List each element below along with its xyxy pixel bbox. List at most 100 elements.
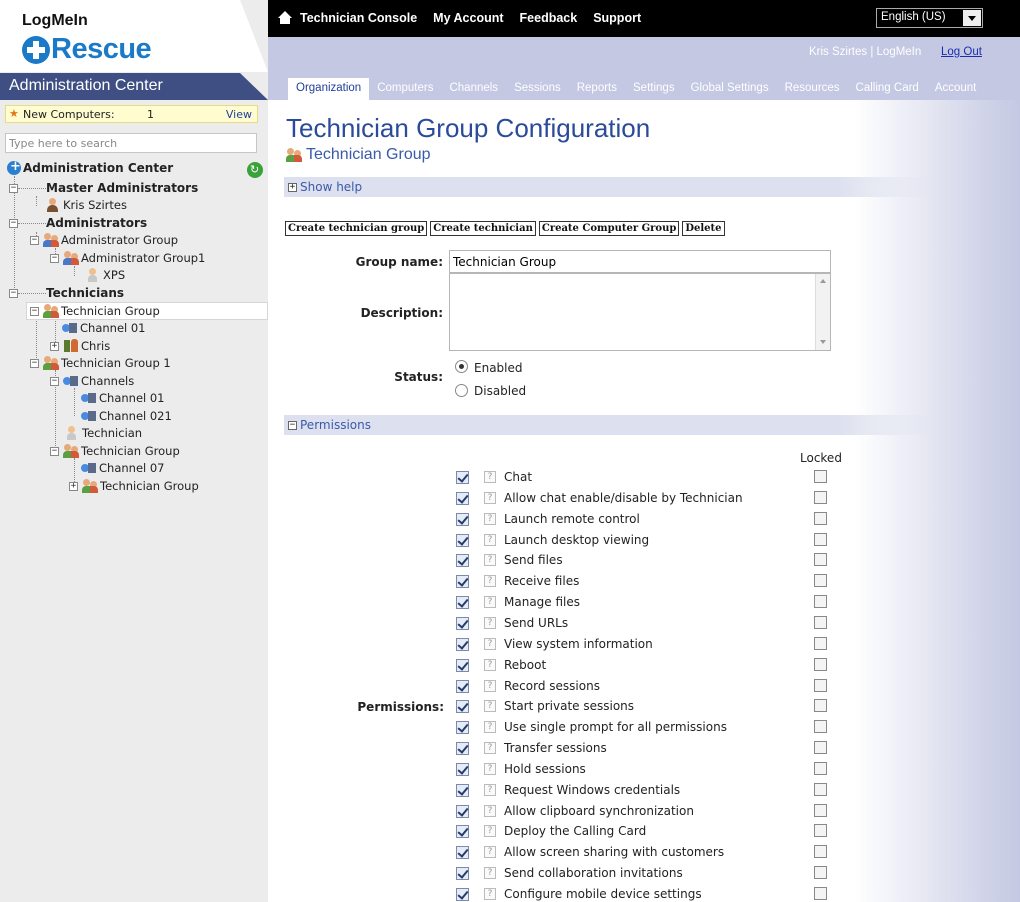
permission-checkbox[interactable] [456,553,469,567]
scroll-up-icon[interactable] [820,279,826,283]
collapse-icon[interactable]: − [9,218,18,228]
tab-resources[interactable]: Resources [777,78,848,100]
permission-locked-checkbox[interactable] [814,658,827,671]
permission-locked-checkbox[interactable] [814,470,827,483]
permission-checkbox[interactable] [456,741,469,755]
permission-locked-checkbox[interactable] [814,533,827,546]
tree-node-channel-021[interactable]: Channel 021 [81,408,172,424]
collapse-icon[interactable]: − [30,358,39,368]
collapse-icon[interactable]: − [50,376,59,386]
collapse-icon[interactable]: − [30,235,39,245]
help-icon[interactable]: ? [484,617,496,629]
help-icon[interactable]: ? [484,867,496,879]
status-enabled-radio[interactable] [455,360,468,373]
help-icon[interactable]: ? [484,596,496,608]
help-icon[interactable]: ? [484,763,496,775]
tree-node-administrators[interactable]: − Administrators [9,215,147,231]
permission-checkbox[interactable] [456,574,469,588]
permission-checkbox[interactable] [456,491,469,505]
scroll-down-icon[interactable] [820,340,826,344]
help-icon[interactable]: ? [484,700,496,712]
tree-node-administrator-group[interactable]: − Administrator Group [30,232,178,248]
permission-locked-checkbox[interactable] [814,512,827,525]
help-icon[interactable]: ? [484,742,496,754]
language-select[interactable]: English (US) [876,8,983,28]
tree-node-xps[interactable]: XPS [85,267,125,283]
tab-channels[interactable]: Channels [441,78,506,100]
tree-node-channels[interactable]: − Channels [50,373,134,389]
group-name-input[interactable] [449,250,831,273]
permissions-section-toggle[interactable]: − Permissions [284,415,936,435]
permission-checkbox[interactable] [456,595,469,609]
description-scrollbar[interactable] [815,274,830,350]
help-icon[interactable]: ? [484,721,496,733]
view-new-computers-link[interactable]: View [226,108,252,121]
tree-node-technician[interactable]: Technician [64,425,142,441]
delete-button[interactable]: Delete [682,221,725,236]
tree-node-technicians[interactable]: − Technicians [9,285,124,301]
permission-locked-checkbox[interactable] [814,824,827,837]
status-disabled-radio[interactable] [455,384,468,397]
help-icon[interactable]: ? [484,534,496,546]
permission-checkbox[interactable] [456,699,469,713]
tree-node-kris-szirtes[interactable]: Kris Szirtes [45,197,127,213]
permission-locked-checkbox[interactable] [814,720,827,733]
permission-checkbox[interactable] [456,637,469,651]
permission-locked-checkbox[interactable] [814,866,827,879]
permission-checkbox[interactable] [456,887,469,901]
tab-sessions[interactable]: Sessions [506,78,569,100]
collapse-icon[interactable]: − [30,306,39,316]
help-icon[interactable]: ? [484,492,496,504]
permission-locked-checkbox[interactable] [814,699,827,712]
tree-node-master-administrators[interactable]: − Master Administrators [9,180,198,196]
permission-checkbox[interactable] [456,679,469,693]
collapse-icon[interactable]: − [50,253,59,263]
permission-checkbox[interactable] [456,866,469,880]
permission-locked-checkbox[interactable] [814,679,827,692]
tree-node-administrator-group1[interactable]: − Administrator Group1 [50,250,205,266]
create-technician-button[interactable]: Create technician [430,221,536,236]
permission-checkbox[interactable] [456,470,469,484]
expand-icon[interactable]: + [288,182,297,192]
help-icon[interactable]: ? [484,680,496,692]
tree-node-technician-group[interactable]: − Technician Group [50,443,180,459]
nav-feedback[interactable]: Feedback [520,11,578,25]
nav-technician-console[interactable]: Technician Console [300,11,417,25]
help-icon[interactable]: ? [484,805,496,817]
permission-locked-checkbox[interactable] [814,491,827,504]
permission-locked-checkbox[interactable] [814,762,827,775]
help-icon[interactable]: ? [484,784,496,796]
permission-locked-checkbox[interactable] [814,553,827,566]
tree-node-channel-01[interactable]: Channel 01 [81,390,165,406]
tab-computers[interactable]: Computers [369,78,441,100]
help-icon[interactable]: ? [484,659,496,671]
permission-locked-checkbox[interactable] [814,574,827,587]
permission-locked-checkbox[interactable] [814,616,827,629]
tab-organization[interactable]: Organization [288,78,370,100]
permission-locked-checkbox[interactable] [814,887,827,900]
permission-locked-checkbox[interactable] [814,741,827,754]
tree-node-administration-center[interactable]: Administration Center [7,159,173,176]
nav-support[interactable]: Support [593,11,641,25]
logout-link[interactable]: Log Out [941,46,982,58]
create-technician-group-button[interactable]: Create technician group [285,221,428,236]
collapse-icon[interactable]: − [50,446,59,456]
permission-checkbox[interactable] [456,616,469,630]
permission-checkbox[interactable] [456,804,469,818]
tree-node-technician-group[interactable]: + Technician Group [69,478,199,494]
help-icon[interactable]: ? [484,513,496,525]
collapse-icon[interactable]: − [9,288,18,298]
refresh-icon[interactable] [247,162,263,178]
permission-checkbox[interactable] [456,762,469,776]
permission-checkbox[interactable] [456,783,469,797]
help-icon[interactable]: ? [484,554,496,566]
tree-node-channel-07[interactable]: Channel 07 [81,460,165,476]
help-icon[interactable]: ? [484,825,496,837]
tab-settings[interactable]: Settings [625,78,683,100]
help-icon[interactable]: ? [484,575,496,587]
home-icon[interactable] [278,11,292,25]
show-help-toggle[interactable]: + Show help [284,177,936,197]
expand-icon[interactable]: + [50,341,59,351]
tree-search-input[interactable] [5,133,257,153]
tab-calling-card[interactable]: Calling Card [848,78,927,100]
